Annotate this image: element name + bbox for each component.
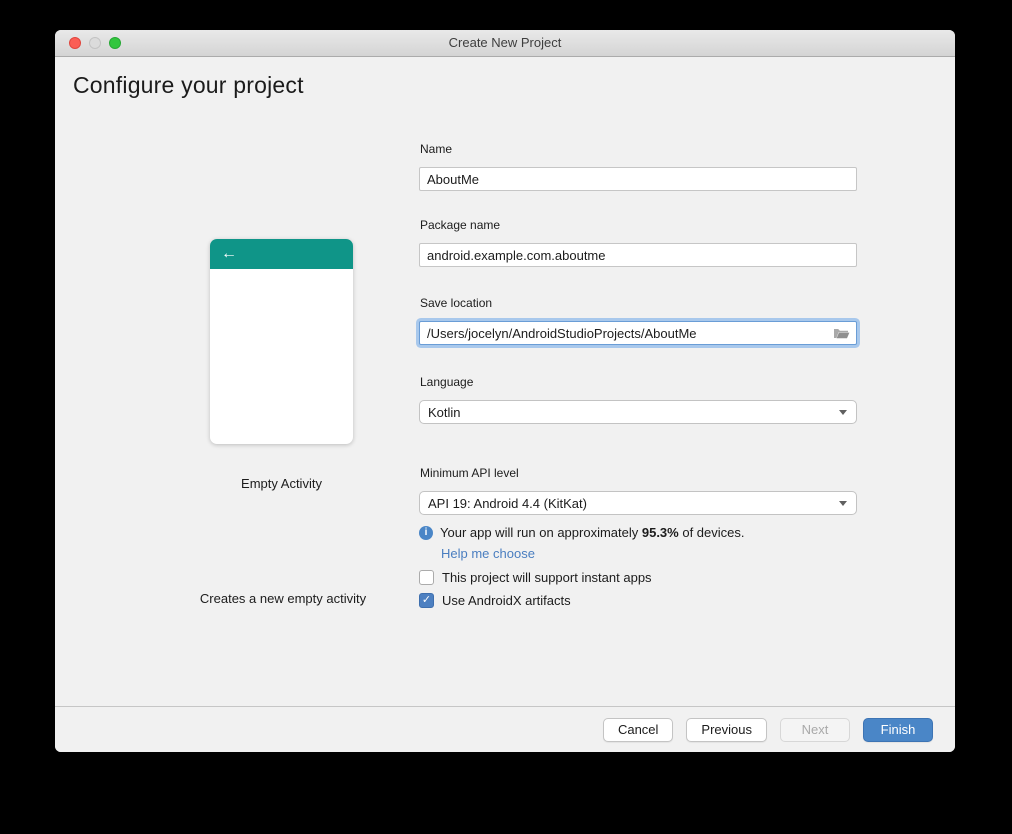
api-coverage-text: Your app will run on approximately 95.3%… xyxy=(440,525,745,540)
instant-apps-label: This project will support instant apps xyxy=(442,570,652,585)
api-coverage-percent: 95.3% xyxy=(641,525,679,540)
androidx-label: Use AndroidX artifacts xyxy=(442,593,571,608)
save-location-input[interactable] xyxy=(419,321,857,345)
api-coverage-info: Your app will run on approximately 95.3%… xyxy=(419,525,857,540)
min-api-dropdown[interactable]: API 19: Android 4.4 (KitKat) xyxy=(419,491,857,515)
dialog-footer: Cancel Previous Next Finish xyxy=(55,706,955,752)
save-location-label: Save location xyxy=(420,296,493,310)
titlebar[interactable]: Create New Project xyxy=(55,30,955,57)
dialog-content: Configure your project ← Empty Activity … xyxy=(55,57,955,706)
finish-button[interactable]: Finish xyxy=(863,717,933,742)
zoom-button[interactable] xyxy=(109,37,121,49)
instant-apps-row: ✓ This project will support instant apps xyxy=(419,570,857,585)
close-button[interactable] xyxy=(69,37,81,49)
info-icon xyxy=(419,526,433,540)
name-input[interactable] xyxy=(419,167,857,191)
chevron-down-icon xyxy=(839,410,847,415)
androidx-row: ✓ Use AndroidX artifacts xyxy=(419,593,857,608)
minimize-button[interactable] xyxy=(89,37,101,49)
check-icon: ✓ xyxy=(421,594,432,606)
window-title: Create New Project xyxy=(448,35,562,50)
name-field: Name xyxy=(419,142,857,191)
save-location-field: Save location xyxy=(419,296,857,345)
create-new-project-dialog: Create New Project Configure your projec… xyxy=(55,30,955,752)
previous-button[interactable]: Previous xyxy=(686,717,767,742)
chevron-down-icon xyxy=(839,501,847,506)
cancel-button[interactable]: Cancel xyxy=(602,717,674,742)
language-value: Kotlin xyxy=(428,404,461,420)
language-label: Language xyxy=(420,375,474,389)
name-label: Name xyxy=(420,142,453,156)
min-api-field: Minimum API level API 19: Android 4.4 (K… xyxy=(419,466,857,515)
androidx-checkbox[interactable]: ✓ xyxy=(419,593,434,608)
package-name-input[interactable] xyxy=(419,243,857,267)
preview-app-bar: ← xyxy=(210,239,353,269)
project-config-form: Name Package name Save location xyxy=(419,142,857,616)
activity-template-preview: ← xyxy=(210,239,353,444)
help-me-choose-link[interactable]: Help me choose xyxy=(441,546,535,561)
api-coverage-suffix: of devices. xyxy=(678,525,745,540)
package-name-label: Package name xyxy=(420,218,501,232)
language-field: Language Kotlin xyxy=(419,375,857,424)
back-arrow-icon: ← xyxy=(221,245,237,262)
api-coverage-prefix: Your app will run on approximately xyxy=(440,525,642,540)
min-api-label: Minimum API level xyxy=(420,466,519,480)
page-title: Configure your project xyxy=(73,72,304,98)
package-name-field: Package name xyxy=(419,218,857,267)
template-name: Empty Activity xyxy=(241,476,322,491)
language-dropdown[interactable]: Kotlin xyxy=(419,400,857,424)
next-button[interactable]: Next xyxy=(780,717,850,742)
browse-folder-button[interactable] xyxy=(832,326,850,340)
instant-apps-checkbox[interactable]: ✓ xyxy=(419,570,434,585)
min-api-value: API 19: Android 4.4 (KitKat) xyxy=(428,495,587,511)
template-description: Creates a new empty activity xyxy=(199,591,367,606)
traffic-lights xyxy=(69,37,121,49)
folder-icon xyxy=(833,328,849,338)
